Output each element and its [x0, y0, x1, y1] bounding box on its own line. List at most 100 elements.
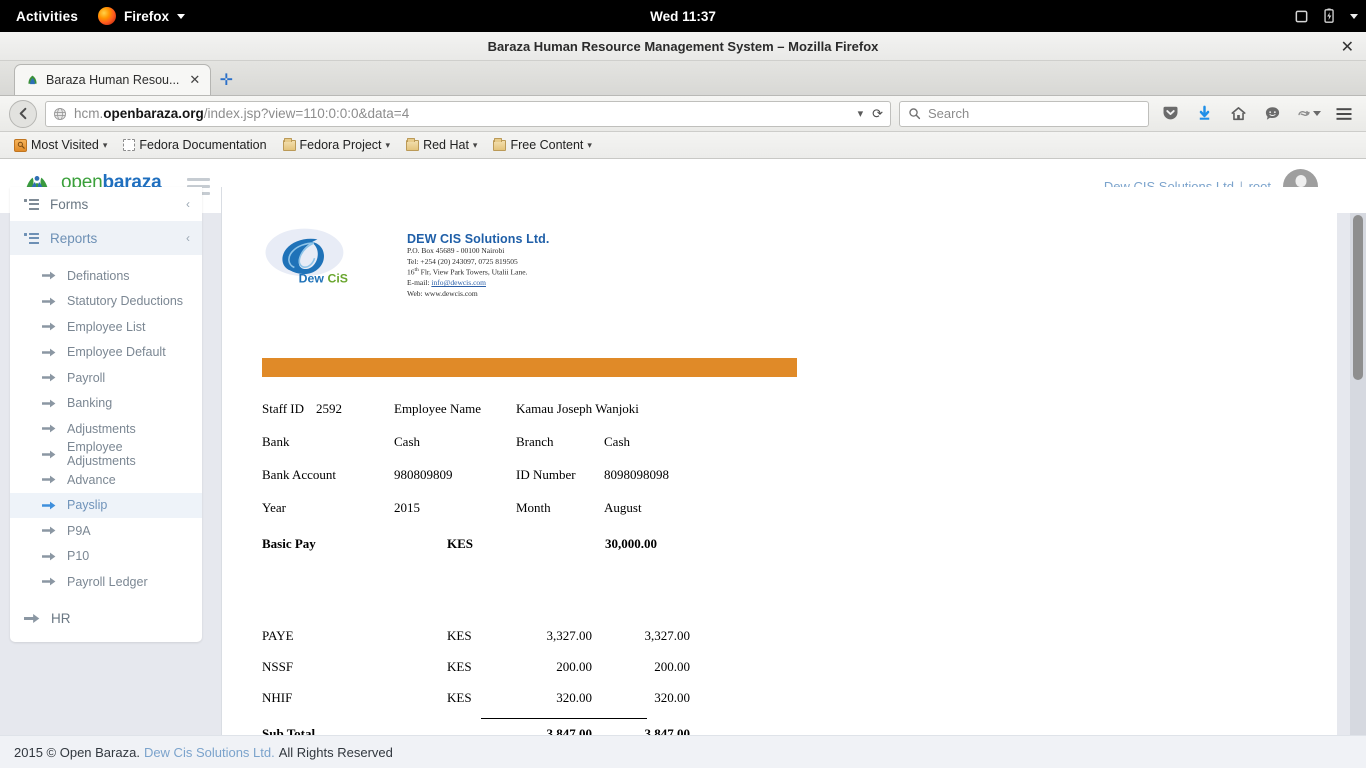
- search-input[interactable]: Search: [899, 101, 1149, 127]
- folder-icon: [283, 140, 296, 151]
- chevron-down-icon[interactable]: ▾: [856, 107, 866, 120]
- url-bar[interactable]: hcm.openbaraza.org/index.jsp?view=110:0:…: [45, 101, 891, 127]
- tab-strip: Baraza Human Resou... ✕ ✛: [0, 61, 1366, 96]
- bank-value: Cash: [394, 434, 516, 450]
- dashed-box-icon: [123, 139, 135, 151]
- sidebar-item-label: Employee Default: [67, 345, 166, 359]
- chevron-down-icon: ▾: [386, 140, 391, 151]
- chat-icon[interactable]: [1259, 100, 1285, 128]
- sidebar-group-label: HR: [51, 611, 190, 626]
- deduction-ytd: 200.00: [592, 659, 690, 675]
- sidebar-group-hr[interactable]: HR: [10, 604, 202, 634]
- new-tab-button[interactable]: ✛: [211, 64, 241, 95]
- bookmark-label: Fedora Project: [300, 138, 382, 152]
- arrow-right-icon: [42, 321, 56, 333]
- year-value: 2015: [394, 500, 516, 516]
- app-menu-firefox[interactable]: Firefox: [92, 7, 191, 25]
- list-icon: [24, 233, 39, 244]
- sidebar-item-payslip[interactable]: Payslip: [10, 493, 202, 519]
- payslip-row-account: Bank Account 980809809 ID Number 8098098…: [262, 467, 1337, 483]
- sidebar-item-label: P9A: [67, 524, 91, 538]
- arrow-right-icon: [42, 499, 56, 511]
- sidebar-item-advance[interactable]: Advance: [10, 467, 202, 493]
- tab-close-icon[interactable]: ✕: [186, 72, 203, 88]
- deduction-amount: 200.00: [507, 659, 592, 675]
- tab-baraza-hrms[interactable]: Baraza Human Resou... ✕: [14, 64, 211, 95]
- activities-button[interactable]: Activities: [0, 9, 92, 24]
- sidebar-group-reports[interactable]: Reports ‹: [10, 221, 202, 255]
- sidebar-item-employee-default[interactable]: Employee Default: [10, 340, 202, 366]
- bookmark-fedora-project[interactable]: Fedora Project ▾: [277, 136, 397, 154]
- payslip-report-panel: Dew CiS DEW CIS Solutions Ltd. P.O. Box …: [221, 187, 1337, 768]
- deduction-currency: KES: [447, 690, 507, 706]
- globe-icon: [53, 107, 67, 121]
- sidebar-item-label: Employee Adjustments: [67, 440, 190, 468]
- pocket-icon[interactable]: [1157, 100, 1183, 128]
- bank-account-label: Bank Account: [262, 467, 394, 483]
- email-link[interactable]: info@dewcis.com: [431, 278, 486, 287]
- display-icon[interactable]: [1294, 9, 1309, 24]
- letterhead-text: DEW CIS Solutions Ltd. P.O. Box 45689 - …: [407, 232, 549, 300]
- company-name: DEW CIS Solutions Ltd.: [407, 232, 549, 246]
- sidebar-item-employee-list[interactable]: Employee List: [10, 314, 202, 340]
- table-rule: [481, 718, 647, 719]
- sidebar-item-employee-adjustments[interactable]: Employee Adjustments: [10, 442, 202, 468]
- sidebar-item-label: Banking: [67, 396, 112, 410]
- sidebar-item-adjustments[interactable]: Adjustments: [10, 416, 202, 442]
- sync-icon[interactable]: [1293, 100, 1323, 128]
- sidebar-item-statutory-deductions[interactable]: Statutory Deductions: [10, 289, 202, 315]
- basic-pay-currency: KES: [447, 536, 555, 552]
- bank-label: Bank: [262, 434, 394, 450]
- back-button[interactable]: [9, 100, 37, 128]
- sidebar-item-p10[interactable]: P10: [10, 544, 202, 570]
- staff-id-label: Staff ID: [262, 401, 304, 416]
- id-number-value: 8098098098: [604, 467, 1337, 483]
- tray-dropdown-caret-icon[interactable]: [1350, 14, 1358, 19]
- folder-icon: [406, 140, 419, 151]
- system-clock[interactable]: Wed 11:37: [0, 9, 1366, 24]
- bookmark-most-visited[interactable]: Most Visited ▾: [8, 136, 113, 154]
- menu-icon[interactable]: [1331, 100, 1357, 128]
- sidebar-item-label: Payslip: [67, 498, 107, 512]
- content-gutter: [1337, 213, 1350, 768]
- sidebar-item-p9a[interactable]: P9A: [10, 518, 202, 544]
- arrow-right-icon: [24, 613, 40, 625]
- sidebar-group-forms[interactable]: Forms ‹: [10, 187, 202, 221]
- employee-name-value: Kamau Joseph Wanjoki: [516, 401, 1337, 417]
- address-line-3: 16th Flr, View Park Towers, Utalii Lane.: [407, 267, 549, 278]
- bookmark-fedora-documentation[interactable]: Fedora Documentation: [117, 136, 272, 154]
- address-line-1: P.O. Box 45689 - 00100 Nairobi: [407, 246, 549, 257]
- url-text: hcm.openbaraza.org/index.jsp?view=110:0:…: [74, 106, 849, 121]
- sidebar-item-banking[interactable]: Banking: [10, 391, 202, 417]
- home-icon[interactable]: [1225, 100, 1251, 128]
- letterhead: Dew CiS DEW CIS Solutions Ltd. P.O. Box …: [262, 225, 1337, 300]
- window-close-button[interactable]: ✕: [1341, 32, 1354, 61]
- bookmark-red-hat[interactable]: Red Hat ▾: [400, 136, 483, 154]
- battery-icon[interactable]: [1322, 8, 1337, 24]
- table-row: NHIF KES 320.00 320.00: [262, 690, 1337, 706]
- sidebar-group-label: Reports: [50, 231, 175, 246]
- sidebar-group-label: Forms: [50, 197, 175, 212]
- sidebar-item-label: Payroll: [67, 371, 105, 385]
- deductions-table: PAYE KES 3,327.00 3,327.00 NSSF KES 200.…: [262, 628, 1337, 742]
- arrow-right-icon: [42, 397, 56, 409]
- arrow-right-icon: [42, 448, 56, 460]
- arrow-right-icon: [42, 525, 56, 537]
- payslip-row-basic-pay: Basic Pay KES 30,000.00: [262, 536, 1337, 552]
- window-titlebar: Baraza Human Resource Management System …: [0, 32, 1366, 61]
- deduction-currency: KES: [447, 659, 507, 675]
- sidebar-item-definations[interactable]: Definations: [10, 263, 202, 289]
- sidebar-item-payroll-ledger[interactable]: Payroll Ledger: [10, 569, 202, 595]
- vertical-scrollbar[interactable]: [1350, 213, 1366, 768]
- bookmark-label: Red Hat: [423, 138, 469, 152]
- bookmark-free-content[interactable]: Free Content ▾: [487, 136, 598, 154]
- sidebar-item-payroll[interactable]: Payroll: [10, 365, 202, 391]
- sidebar-item-label: Statutory Deductions: [67, 294, 183, 308]
- deduction-ytd: 320.00: [592, 690, 690, 706]
- footer-link-dewcis[interactable]: Dew Cis Solutions Ltd.: [144, 745, 275, 760]
- scrollbar-thumb[interactable]: [1353, 215, 1363, 380]
- reload-icon[interactable]: ⟳: [872, 106, 883, 122]
- month-label: Month: [516, 500, 604, 516]
- payslip-document: Dew CiS DEW CIS Solutions Ltd. P.O. Box …: [222, 187, 1337, 742]
- downloads-icon[interactable]: [1191, 100, 1217, 128]
